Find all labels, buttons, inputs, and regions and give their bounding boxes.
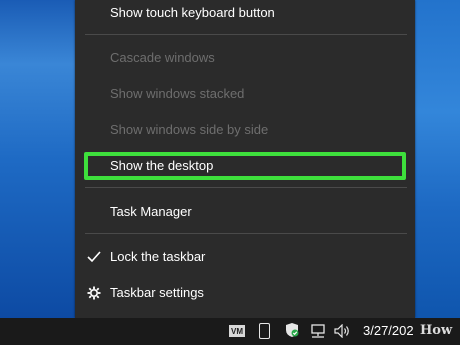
vm-icon[interactable]: VM (229, 325, 245, 337)
desktop-background-right (415, 0, 460, 320)
vm-icon-label: VM (231, 326, 243, 336)
menu-item-label: Show windows stacked (110, 86, 245, 101)
network-icon[interactable] (309, 322, 327, 340)
menu-item-show-windows-side-by-side[interactable]: Show windows side by side (75, 112, 415, 148)
gear-icon (85, 275, 103, 311)
menu-item-label: Show touch keyboard button (110, 5, 275, 20)
menu-item-label: Show windows side by side (110, 122, 269, 137)
clock-date[interactable]: 3/27/202 (363, 322, 414, 340)
menu-item-task-manager[interactable]: Task Manager (75, 194, 415, 230)
checkmark-icon (85, 239, 103, 275)
menu-item-label: Cascade windows (110, 50, 215, 65)
watermark: How (420, 323, 453, 338)
menu-item-show-windows-stacked[interactable]: Show windows stacked (75, 76, 415, 112)
menu-separator (85, 233, 407, 234)
menu-separator (85, 187, 407, 188)
volume-icon[interactable] (334, 322, 352, 340)
menu-separator (85, 34, 407, 35)
menu-item-cascade-windows[interactable]: Cascade windows (75, 40, 415, 76)
phone-icon[interactable] (259, 323, 270, 339)
menu-item-lock-the-taskbar[interactable]: Lock the taskbar (75, 239, 415, 275)
menu-item-label: Taskbar settings (110, 285, 204, 300)
menu-item-label: Lock the taskbar (110, 249, 206, 264)
security-shield-icon[interactable] (285, 322, 299, 338)
menu-item-taskbar-settings[interactable]: Taskbar settings (75, 275, 415, 311)
desktop-background-left (0, 0, 75, 320)
menu-item-label: Task Manager (110, 204, 192, 219)
menu-item-show-touch-keyboard[interactable]: Show touch keyboard button (75, 0, 415, 31)
highlight-box (84, 152, 406, 180)
